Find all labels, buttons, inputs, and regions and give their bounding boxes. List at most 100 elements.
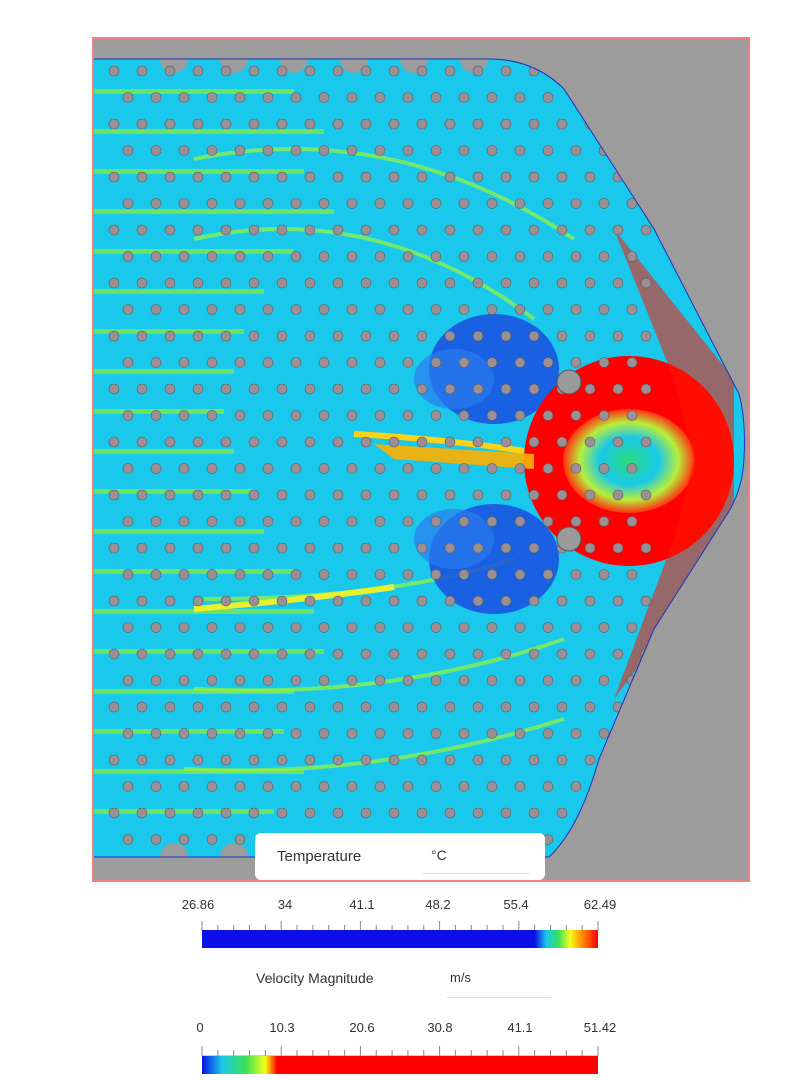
pin-fin xyxy=(108,701,120,713)
pin-fin xyxy=(598,357,610,368)
pin-fin xyxy=(556,701,568,713)
pin-fin xyxy=(416,277,428,289)
pin-fin xyxy=(164,383,176,395)
pin-fin xyxy=(220,65,232,77)
pin-fin xyxy=(276,701,288,713)
pin-fin xyxy=(192,754,204,766)
pin-fin xyxy=(472,383,484,395)
pin-fin xyxy=(374,198,386,209)
pin-fin xyxy=(444,701,456,713)
pin-fin xyxy=(262,622,274,633)
pin-fin xyxy=(220,224,232,236)
pin-fin xyxy=(150,569,162,580)
pin-fin xyxy=(290,198,302,209)
pin-fin xyxy=(318,728,330,739)
pin-fin xyxy=(136,224,148,236)
pin-fin xyxy=(472,330,484,342)
simulation-viewport[interactable] xyxy=(92,37,750,882)
pin-fin xyxy=(626,516,638,527)
pin-fin xyxy=(122,569,134,580)
pin-fin xyxy=(402,92,414,103)
pin-fin xyxy=(612,648,624,660)
pin-fin xyxy=(388,542,400,554)
pin-fin xyxy=(164,118,176,130)
pin-fin xyxy=(584,542,596,554)
pin-fin xyxy=(262,516,274,527)
pin-fin xyxy=(206,463,218,474)
pin-fin xyxy=(276,383,288,395)
pin-fin xyxy=(514,410,526,421)
pin-fin xyxy=(500,489,512,501)
pin-fin xyxy=(192,807,204,819)
pin-fin xyxy=(584,277,596,289)
pin-fin xyxy=(220,383,232,395)
pin-fin xyxy=(612,807,624,819)
pin-fin xyxy=(332,277,344,289)
pin-fin xyxy=(542,145,554,156)
pin-fin xyxy=(122,516,134,527)
pin-fin xyxy=(556,648,568,660)
pin-fin xyxy=(318,675,330,686)
pin-fin xyxy=(248,807,260,819)
pin-fin xyxy=(206,304,218,315)
pin-fin xyxy=(108,224,120,236)
pin-fin xyxy=(290,251,302,262)
pin-fin xyxy=(486,357,498,368)
pin-fin xyxy=(136,118,148,130)
pin-fin xyxy=(444,807,456,819)
pin-fin xyxy=(332,330,344,342)
pin-fin xyxy=(248,701,260,713)
pin-fin xyxy=(388,436,400,448)
pin-fin xyxy=(206,622,218,633)
pin-fin xyxy=(178,145,190,156)
pin-fin xyxy=(500,754,512,766)
pin-fin xyxy=(486,92,498,103)
pin-fin xyxy=(444,224,456,236)
pin-fin xyxy=(136,489,148,501)
pin-fin xyxy=(430,198,442,209)
pin-fin xyxy=(626,728,638,739)
pin-fin xyxy=(416,383,428,395)
pin-fin xyxy=(178,622,190,633)
pin-fin xyxy=(304,383,316,395)
pin-fin xyxy=(122,834,134,845)
pin-fin xyxy=(626,569,638,580)
pin-fin xyxy=(472,436,484,448)
pin-fin xyxy=(276,648,288,660)
pin-fin xyxy=(598,569,610,580)
pin-fin xyxy=(528,118,540,130)
pin-fin xyxy=(584,383,596,395)
pin-fin xyxy=(346,675,358,686)
pin-fin xyxy=(388,595,400,607)
pin-fin xyxy=(584,807,596,819)
pin-fin xyxy=(332,118,344,130)
pin-fin xyxy=(598,728,610,739)
pin-fin xyxy=(570,622,582,633)
pin-fin xyxy=(430,92,442,103)
pin-fin xyxy=(402,198,414,209)
pin-fin xyxy=(626,357,638,368)
pin-fin xyxy=(374,145,386,156)
pin-fin xyxy=(206,516,218,527)
pin-fin xyxy=(108,489,120,501)
pin-fin xyxy=(276,330,288,342)
pin-fin xyxy=(528,807,540,819)
pin-fin xyxy=(458,516,470,527)
pin-fin xyxy=(640,648,652,660)
pin-fin xyxy=(472,118,484,130)
pin-fin xyxy=(598,622,610,633)
pin-fin xyxy=(598,410,610,421)
pin-fin xyxy=(528,754,540,766)
pin-fin xyxy=(500,65,512,77)
pin-fin xyxy=(136,65,148,77)
pin-fin xyxy=(248,65,260,77)
pin-fin xyxy=(164,595,176,607)
pin-fin xyxy=(360,807,372,819)
pin-fin xyxy=(528,277,540,289)
temperature-legend-card: Temperature °C xyxy=(255,833,545,880)
pin-fin xyxy=(402,304,414,315)
pin-fin xyxy=(584,701,596,713)
pin-fin xyxy=(640,542,652,554)
pin-fin xyxy=(262,569,274,580)
velocity-colorbar: 0 10.3 20.6 30.8 41.1 51.42 xyxy=(190,1020,616,1078)
